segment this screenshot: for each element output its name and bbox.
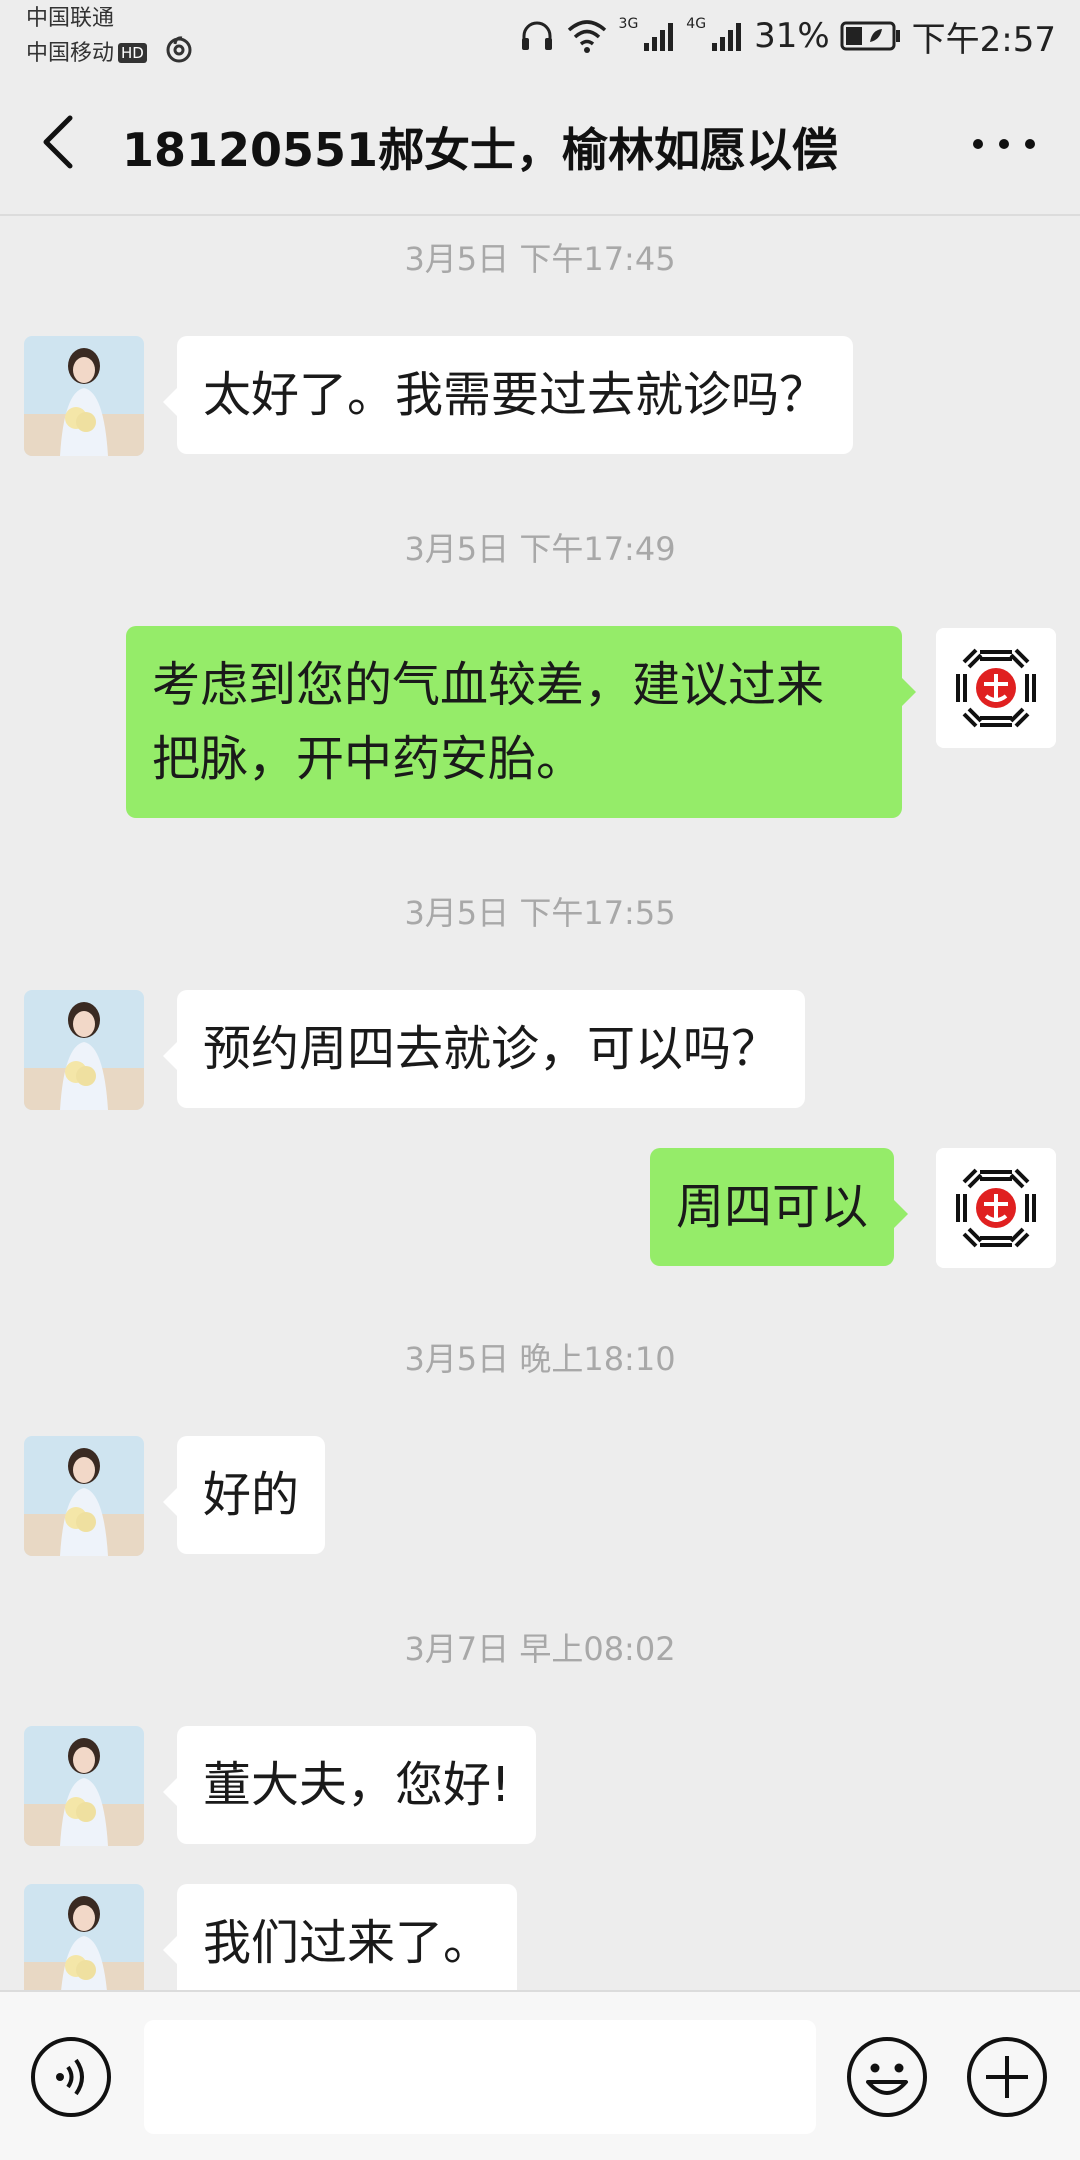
contact-avatar[interactable] [24,990,144,1110]
carrier-1: 中国联通 [26,6,115,31]
message-timestamp: 3月5日 下午17:55 [404,894,676,932]
input-bar [0,1990,1080,2160]
incoming-message[interactable]: 太好了。我需要过去就诊吗？ [162,336,854,454]
outgoing-message[interactable]: 考虑到您的气血较差，建议过来 把脉，开中药安胎。 [126,626,916,818]
wifi-icon [567,20,606,53]
chat-screen: 中国联通 中国移动 HD 3G 4G 31% 下午2:57 18120551郝女… [0,0,1080,2160]
contact-avatar[interactable] [24,1436,144,1556]
netease-music-icon [166,36,192,63]
headphones-icon [521,21,552,50]
message-timestamp: 3月5日 下午17:45 [404,240,676,278]
message-text-line: 把脉，开中药安胎。 [152,731,585,787]
status-bar: 中国联通 中国移动 HD 3G 4G 31% 下午2:57 [0,0,1080,72]
incoming-message[interactable]: 我们过来了。 [162,1884,518,2002]
status-icons: 3G 4G 31% 下午2:57 [519,14,1056,60]
message-text: 董大夫，您好! [203,1757,511,1813]
network-4g-label: 4G [686,16,707,32]
chat-title: 18120551郝女士，榆林如愿以偿 [122,123,839,177]
clock: 下午2:57 [911,19,1056,60]
message-timestamp: 3月7日 早上08:02 [404,1630,676,1668]
signal-icon-1 [644,23,674,51]
battery-icon [840,21,900,51]
message-text: 我们过来了。 [203,1915,492,1971]
message-text: 周四可以 [676,1179,869,1235]
signal-icon-2 [712,23,742,51]
incoming-message[interactable]: 好的 [162,1436,326,1554]
network-3g-label: 3G [618,16,639,32]
more-options-button[interactable] [964,120,1044,168]
back-button[interactable] [38,112,78,172]
message-timestamp: 3月5日 晚上18:10 [404,1340,676,1378]
message-input[interactable] [144,2020,816,2134]
hd-badge: HD [118,43,147,63]
incoming-message[interactable]: 董大夫，您好! [162,1726,537,1844]
user-avatar[interactable] [936,1148,1056,1268]
chat-header: 18120551郝女士，榆林如愿以偿 [0,72,1080,216]
message-text: 好的 [203,1467,300,1523]
carrier-info: 中国联通 中国移动 HD [26,4,194,69]
message-text-line: 考虑到您的气血较差，建议过来 [152,657,825,713]
outgoing-message[interactable]: 周四可以 [650,1148,909,1266]
contact-avatar[interactable] [24,1884,144,2004]
contact-avatar[interactable] [24,1726,144,1846]
carrier-2: 中国移动 [26,41,115,66]
emoji-button[interactable] [846,2036,928,2118]
message-timestamp: 3月5日 下午17:49 [404,530,676,568]
plus-button[interactable] [966,2036,1048,2118]
incoming-message[interactable]: 预约周四去就诊，可以吗？ [162,990,806,1108]
message-text: 预约周四去就诊，可以吗？ [203,1021,780,1077]
voice-button[interactable] [30,2036,112,2118]
contact-avatar[interactable] [24,336,144,456]
user-avatar[interactable] [936,628,1056,748]
message-text: 太好了。我需要过去就诊吗？ [203,367,828,423]
battery-percent: 31% [754,16,830,56]
